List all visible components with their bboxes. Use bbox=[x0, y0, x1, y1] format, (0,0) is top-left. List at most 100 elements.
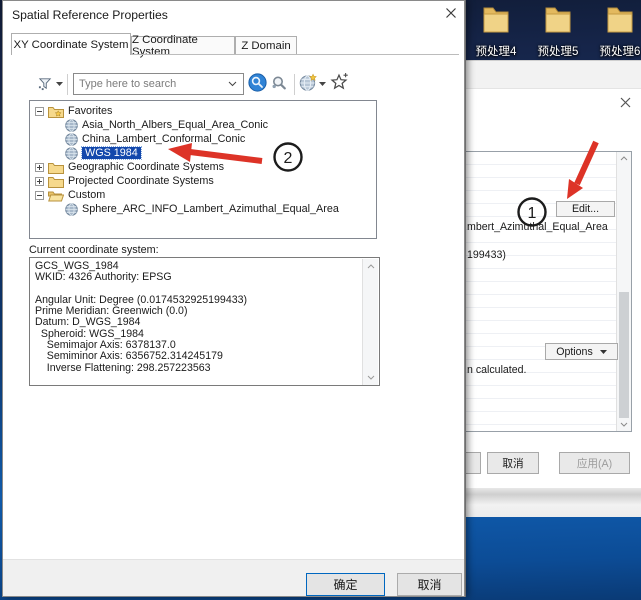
dropdown-arrow-icon bbox=[600, 350, 607, 354]
toolbar-separator bbox=[67, 74, 68, 95]
favorites-folder-icon bbox=[48, 105, 64, 118]
clear-search-button[interactable] bbox=[270, 74, 288, 92]
cancel-button-background[interactable]: 取消 bbox=[487, 452, 539, 474]
caret-down-icon bbox=[319, 82, 326, 86]
scroll-up-icon[interactable] bbox=[367, 264, 375, 269]
desktop-folder[interactable]: 预处理5 bbox=[526, 4, 590, 59]
coordinate-system-tree[interactable]: Favorites Asia_North_Albers_Equal_Area_C… bbox=[29, 100, 377, 239]
clear-search-icon bbox=[270, 74, 288, 92]
add-to-favorites-button[interactable] bbox=[330, 72, 349, 91]
tree-item-custom[interactable]: Custom bbox=[30, 188, 105, 202]
tab-label: XY Coordinate System bbox=[13, 39, 128, 51]
close-icon bbox=[620, 97, 631, 108]
options-button[interactable]: Options bbox=[545, 343, 618, 360]
tree-item-label: Custom bbox=[68, 189, 105, 201]
partial-value-text: 199433) bbox=[467, 249, 617, 261]
tree-item-china-lambert[interactable]: China_Lambert_Conformal_Conic bbox=[30, 132, 245, 146]
background-dialog: Edit... mbert_Azimuthal_Equal_Area 19943… bbox=[466, 60, 641, 489]
tab-label: Z Domain bbox=[241, 40, 290, 52]
favorite-star-icon bbox=[330, 72, 349, 91]
globe-icon bbox=[65, 147, 78, 160]
close-icon bbox=[445, 7, 457, 19]
tree-item-sphere-arc-info[interactable]: Sphere_ARC_INFO_Lambert_Azimuthal_Equal_… bbox=[30, 202, 339, 216]
scroll-up-icon[interactable] bbox=[620, 156, 628, 161]
tab-xy-coordinate-system[interactable]: XY Coordinate System bbox=[11, 33, 131, 55]
filter-dropdown-button[interactable] bbox=[56, 82, 63, 86]
tree-item-label: Asia_North_Albers_Equal_Area_Conic bbox=[82, 119, 268, 131]
collapse-icon[interactable] bbox=[35, 107, 44, 116]
filter-icon bbox=[38, 76, 53, 91]
expand-icon[interactable] bbox=[35, 163, 44, 172]
search-combobox[interactable] bbox=[73, 73, 244, 95]
caret-down-icon bbox=[56, 82, 63, 86]
folder-icon bbox=[48, 161, 64, 174]
expand-icon[interactable] bbox=[35, 177, 44, 186]
partial-note-text: n calculated. bbox=[467, 364, 617, 376]
scroll-down-icon[interactable] bbox=[367, 375, 375, 380]
ok-button-label: 确定 bbox=[333, 576, 357, 593]
tree-item-label: Geographic Coordinate Systems bbox=[68, 161, 224, 173]
tab-z-domain[interactable]: Z Domain bbox=[235, 36, 297, 55]
tree-item-label-selected: WGS 1984 bbox=[82, 147, 141, 159]
search-button[interactable] bbox=[248, 73, 267, 92]
scrollbar[interactable] bbox=[362, 259, 378, 385]
desktop-folder[interactable]: 预处理6 bbox=[588, 4, 641, 59]
open-folder-icon bbox=[48, 189, 64, 202]
tree-item-favorites[interactable]: Favorites bbox=[30, 104, 112, 118]
filter-button[interactable] bbox=[37, 75, 54, 92]
desktop-folder[interactable]: 预处理4 bbox=[464, 4, 528, 59]
coordinate-list-panel: Edit... mbert_Azimuthal_Equal_Area 19943… bbox=[466, 151, 632, 432]
apply-button: 应用(A) bbox=[559, 452, 630, 474]
globe-icon bbox=[65, 119, 78, 132]
current-cs-label: Current coordinate system: bbox=[29, 244, 159, 256]
world-dropdown-button[interactable] bbox=[319, 82, 326, 86]
globe-icon bbox=[299, 73, 318, 92]
desktop-folder-label: 预处理4 bbox=[464, 43, 528, 59]
scrollbar-thumb[interactable] bbox=[619, 292, 629, 418]
close-button[interactable] bbox=[617, 94, 633, 110]
tree-item-label: Favorites bbox=[68, 105, 112, 117]
tab-z-coordinate-system[interactable]: Z Coordinate System bbox=[131, 36, 235, 55]
cancel-button[interactable]: 取消 bbox=[397, 573, 462, 596]
desktop-folder-label: 预处理6 bbox=[588, 43, 641, 59]
window-edge-strip bbox=[466, 488, 641, 517]
edit-button-label: Edit... bbox=[572, 203, 599, 215]
scrollbar[interactable] bbox=[616, 152, 631, 431]
desktop-folder-label: 预处理5 bbox=[526, 43, 590, 59]
scroll-down-icon[interactable] bbox=[620, 422, 628, 427]
edit-button[interactable]: Edit... bbox=[556, 201, 615, 217]
tree-item-label: Sphere_ARC_INFO_Lambert_Azimuthal_Equal_… bbox=[82, 203, 339, 215]
tree-item-wgs-1984[interactable]: WGS 1984 bbox=[30, 146, 141, 160]
spatial-reference-dialog: Spatial Reference Properties XY Coordina… bbox=[2, 0, 465, 597]
partial-coordinate-name: mbert_Azimuthal_Equal_Area bbox=[467, 221, 617, 233]
folder-icon bbox=[483, 4, 509, 36]
search-icon bbox=[248, 73, 267, 92]
collapse-icon[interactable] bbox=[35, 191, 44, 200]
tree-item-label: Projected Coordinate Systems bbox=[68, 175, 214, 187]
current-cs-textbox[interactable]: GCS_WGS_1984 WKID: 4326 Authority: EPSG … bbox=[29, 257, 380, 386]
toolbar-separator bbox=[294, 74, 295, 95]
tree-item-label: China_Lambert_Conformal_Conic bbox=[82, 133, 245, 145]
background-dialog-header bbox=[466, 61, 641, 89]
close-button[interactable] bbox=[443, 5, 459, 21]
chevron-down-icon[interactable] bbox=[228, 81, 237, 87]
cancel-label: 取消 bbox=[502, 456, 523, 471]
ok-button[interactable]: 确定 bbox=[306, 573, 385, 596]
search-input[interactable] bbox=[74, 78, 228, 90]
options-button-label: Options bbox=[556, 346, 593, 358]
tree-item-projected-coordinate-systems[interactable]: Projected Coordinate Systems bbox=[30, 174, 214, 188]
hidden-button-partial[interactable] bbox=[466, 452, 481, 474]
folder-icon bbox=[607, 4, 633, 36]
globe-icon bbox=[65, 203, 78, 216]
tree-item-asia-north-albers[interactable]: Asia_North_Albers_Equal_Area_Conic bbox=[30, 118, 268, 132]
cancel-button-label: 取消 bbox=[417, 576, 441, 593]
folder-icon bbox=[545, 4, 571, 36]
dialog-footer bbox=[3, 559, 464, 596]
apply-label: 应用(A) bbox=[577, 456, 612, 471]
dialog-title: Spatial Reference Properties bbox=[12, 8, 168, 22]
current-cs-text: GCS_WGS_1984 WKID: 4326 Authority: EPSG … bbox=[30, 258, 379, 377]
tree-item-geographic-coordinate-systems[interactable]: Geographic Coordinate Systems bbox=[30, 160, 224, 174]
world-options-button[interactable] bbox=[299, 73, 318, 92]
globe-icon bbox=[65, 133, 78, 146]
folder-icon bbox=[48, 175, 64, 188]
